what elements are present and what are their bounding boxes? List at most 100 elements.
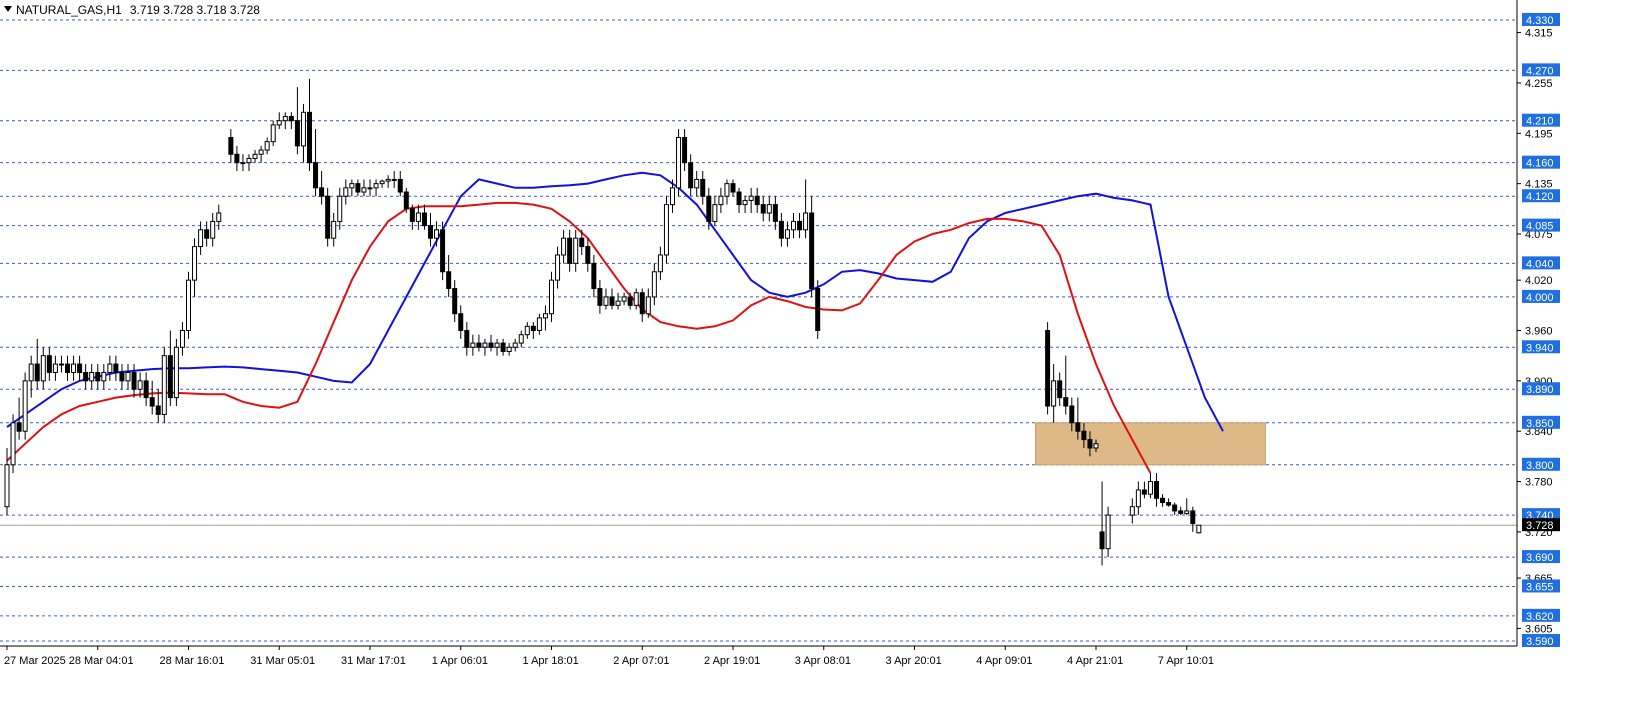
candle-body (331, 220, 337, 239)
bull-candle (742, 196, 748, 214)
candle-body (797, 220, 803, 231)
candle-body (319, 187, 325, 197)
candle-body (294, 120, 300, 147)
candle-body (754, 195, 760, 206)
candle-body (1075, 422, 1081, 432)
candle-body (706, 195, 712, 222)
bear-candle (167, 330, 173, 407)
candle-body (573, 237, 579, 264)
bull-candle (52, 355, 58, 381)
bear-candle (313, 129, 319, 197)
candles (4, 78, 1202, 566)
time-tick-label: 4 Apr 21:01 (1067, 655, 1123, 667)
bull-candle (724, 179, 730, 205)
candle-body (748, 195, 754, 201)
bull-candle (518, 330, 524, 348)
candle-body (28, 363, 34, 382)
bull-candle (1147, 473, 1153, 499)
price-tick-label: 4.255 (1525, 78, 1553, 90)
bull-candle (349, 179, 355, 197)
candle-body (337, 195, 343, 222)
bear-candle (591, 254, 597, 297)
candle-body (1087, 439, 1093, 449)
bear-candle (682, 129, 688, 172)
bull-candle (198, 221, 204, 255)
time-tick-label: 1 Apr 06:01 (432, 655, 488, 667)
ema-slow-line (6, 201, 1152, 474)
candle-body (71, 363, 77, 373)
candle-body (470, 342, 476, 348)
candle-body (682, 136, 688, 164)
bull-candle (391, 171, 397, 188)
candle-body (742, 199, 748, 206)
candle-body (210, 220, 216, 239)
candle-body (143, 380, 149, 399)
candle-body (65, 363, 70, 373)
bear-candle (1160, 494, 1166, 507)
candle-body (657, 254, 663, 273)
candle-body (270, 124, 276, 143)
candle-body (452, 288, 458, 315)
candle-body (803, 212, 809, 231)
bear-candle (815, 280, 821, 339)
candle-body (700, 178, 706, 197)
price-axis: 4.3154.2554.1954.1354.0754.0203.9603.900… (0, 0, 1560, 648)
bear-candle (1190, 506, 1196, 532)
candle-body (1105, 514, 1111, 550)
bear-candle (1154, 473, 1159, 507)
candle-body (446, 271, 452, 290)
bull-candle (173, 338, 179, 407)
candle-body (119, 371, 125, 382)
price-level-label: 4.040 (1526, 258, 1554, 270)
bear-candle (288, 112, 294, 130)
candle-body (676, 136, 682, 189)
bull-candle (506, 343, 512, 356)
candle-body (1069, 405, 1075, 424)
bull-candle (1105, 506, 1111, 558)
bear-candle (294, 87, 300, 155)
bear-candle (234, 145, 240, 172)
bear-candle (355, 179, 361, 197)
bear-candle (65, 355, 70, 381)
bull-candle (282, 112, 288, 130)
bull-candle (512, 338, 518, 352)
bull-candle (161, 347, 167, 423)
candle-body (809, 212, 815, 290)
candle-body (161, 355, 167, 415)
candle-body (524, 325, 530, 336)
bull-candle (549, 271, 554, 323)
candle-body (718, 195, 724, 206)
price-chart[interactable]: 4.3154.2554.1954.1354.0754.0203.9603.900… (0, 0, 1651, 707)
candle-body (77, 363, 83, 373)
candle-body (1184, 510, 1190, 514)
candle-body (258, 149, 264, 155)
bear-candle (1099, 481, 1105, 566)
candle-body (476, 342, 482, 348)
candle-body (167, 355, 173, 399)
candle-body (379, 180, 385, 185)
time-tick-label: 2 Apr 07:01 (613, 655, 669, 667)
time-tick-label: 28 Mar 16:01 (160, 655, 225, 667)
menu-triangle-icon[interactable] (4, 6, 12, 12)
bull-candle (645, 288, 651, 318)
candle-body (506, 346, 512, 352)
price-level-label: 3.800 (1526, 460, 1554, 472)
bear-candle (77, 355, 83, 381)
bear-candle (319, 171, 325, 205)
candle-body (627, 296, 633, 306)
bear-candle (567, 229, 573, 272)
candle-body (95, 371, 101, 382)
candle-body (58, 363, 64, 366)
candle-body (361, 187, 367, 193)
bear-candle (797, 213, 803, 239)
bear-candle (46, 347, 52, 381)
candle-body (192, 246, 198, 281)
candle-body (307, 111, 312, 164)
candle-body (736, 191, 742, 206)
candle-body (10, 422, 16, 466)
ohlc-readout: 3.719 3.728 3.718 3.728 (129, 3, 260, 17)
bear-candle (113, 355, 119, 381)
bull-candle (676, 129, 682, 197)
candle-body (760, 204, 766, 214)
price-tick-label: 3.605 (1525, 623, 1553, 635)
